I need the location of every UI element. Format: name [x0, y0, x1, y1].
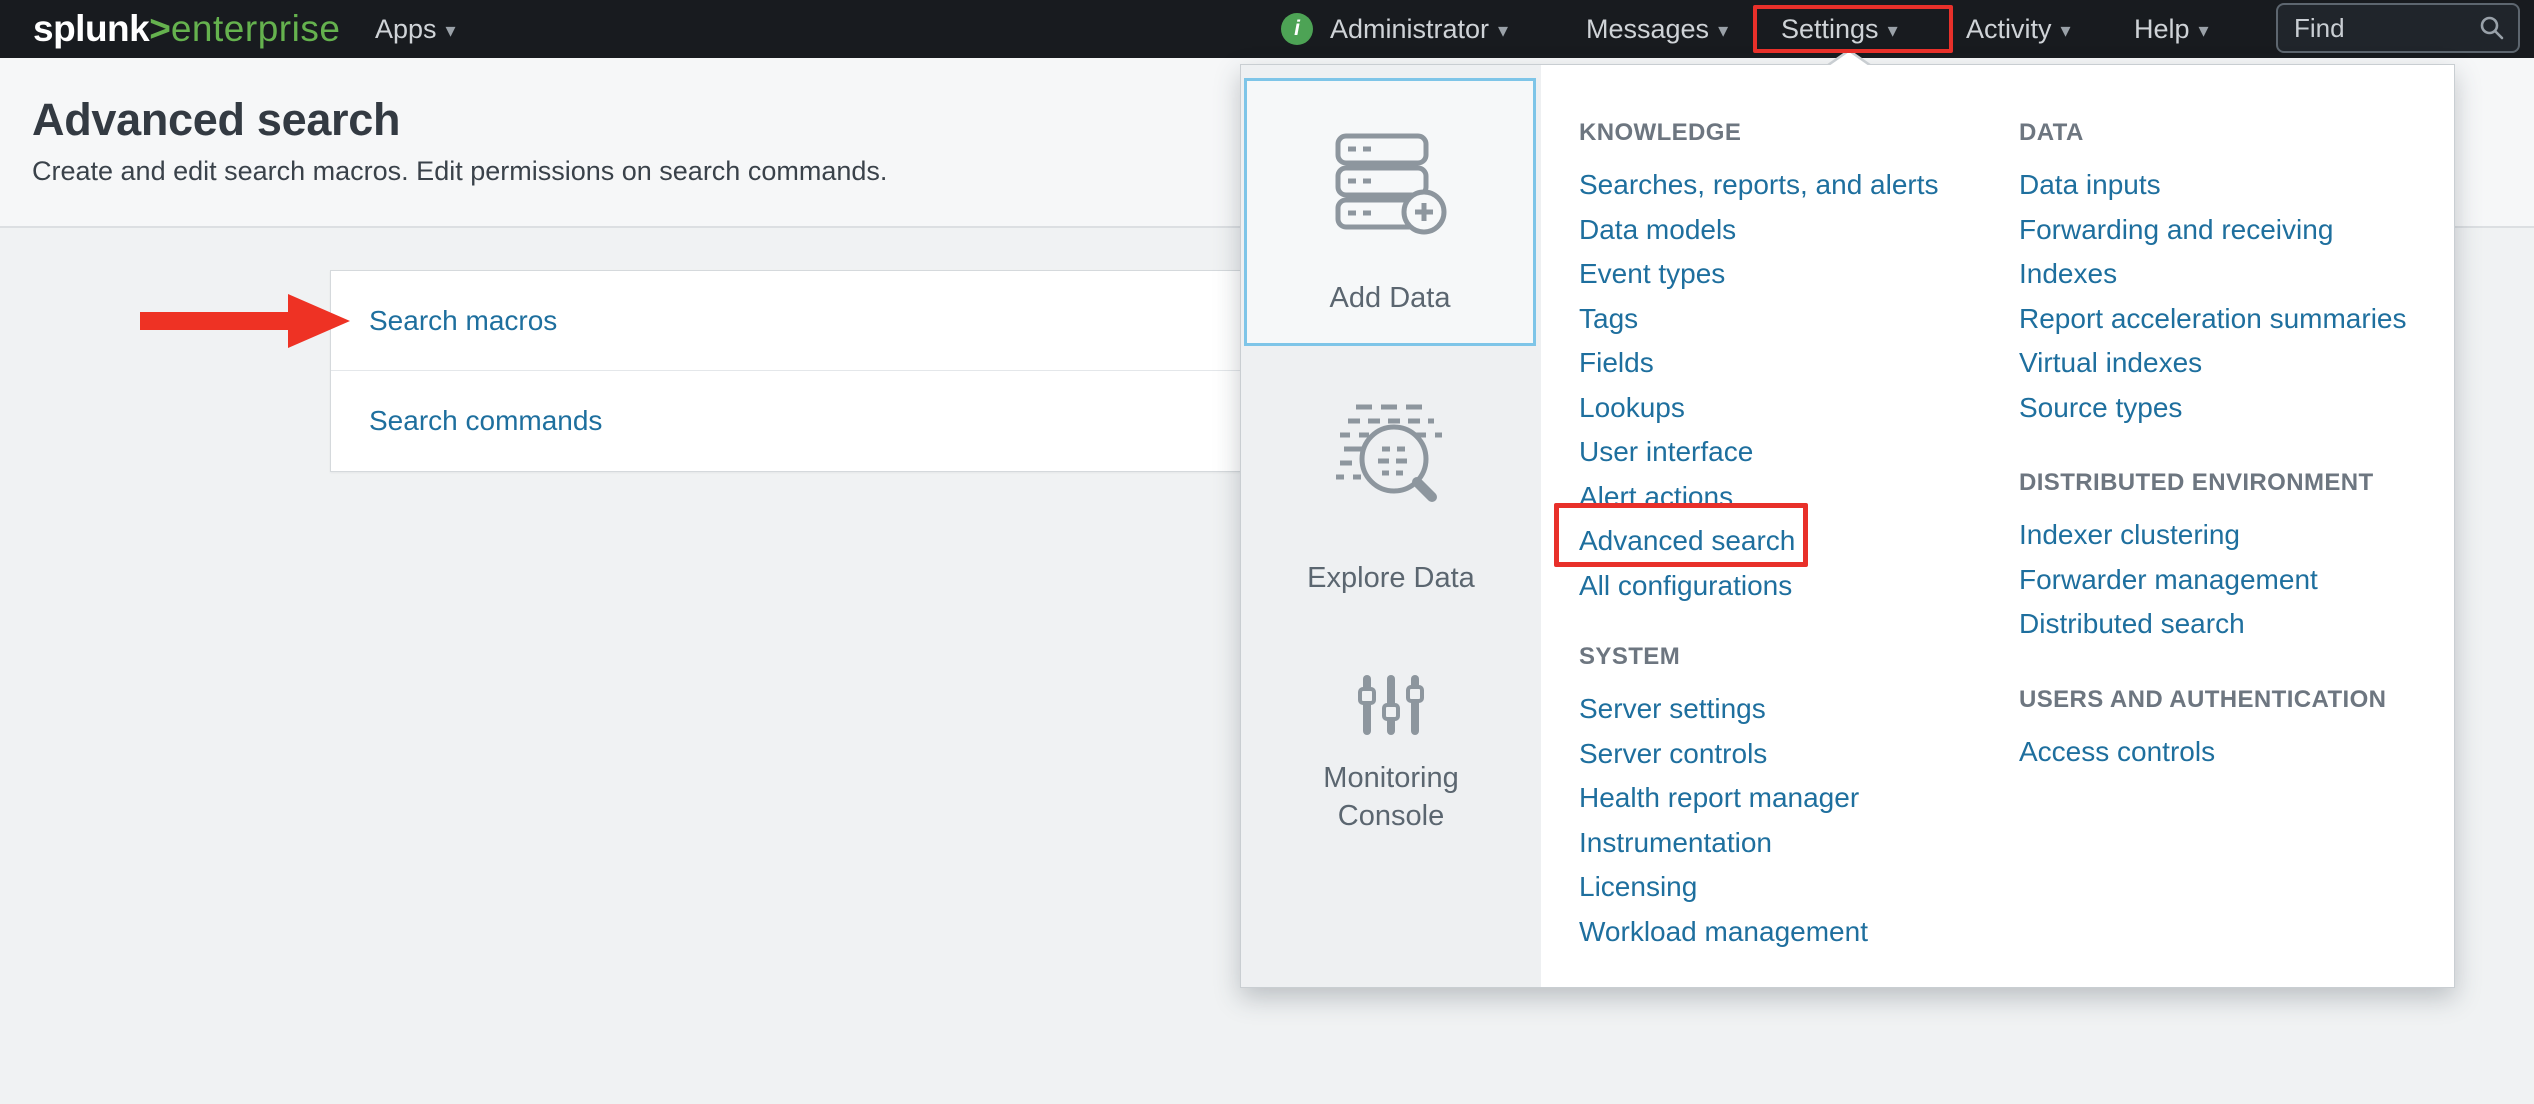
nav-settings-label: Settings: [1781, 14, 1879, 44]
menu-link-alert-actions[interactable]: Alert actions: [1579, 475, 2019, 520]
menu-link-access-controls[interactable]: Access controls: [2019, 730, 2459, 775]
section-title-data: DATA: [2019, 119, 2459, 147]
menu-link-user-interface[interactable]: User interface: [1579, 430, 2019, 475]
chevron-down-icon: ▾: [446, 20, 456, 42]
tile-explore-data[interactable]: Explore Data: [1241, 381, 1541, 621]
logo-gt-glyph: >: [149, 8, 171, 49]
nav-activity-label: Activity: [1966, 14, 2052, 44]
add-data-icon: [1330, 131, 1450, 235]
section-title-distributed-environment: DISTRIBUTED ENVIRONMENT: [2019, 469, 2459, 497]
chevron-down-icon: ▾: [2199, 20, 2209, 42]
nav-help[interactable]: Help ▾: [2134, 0, 2209, 58]
tile-monitoring-console-label: Monitoring Console: [1291, 759, 1491, 835]
section-title-system: SYSTEM: [1579, 643, 2019, 671]
settings-dropdown: Add Data Explore Data: [1240, 64, 2455, 988]
chevron-down-icon: ▾: [1888, 20, 1898, 42]
find-input[interactable]: [2294, 13, 2478, 44]
menu-link-licensing[interactable]: Licensing: [1579, 865, 2019, 910]
nav-activity[interactable]: Activity ▾: [1966, 0, 2071, 58]
find-search-box[interactable]: [2276, 3, 2520, 53]
tile-monitoring-console[interactable]: Monitoring Console: [1241, 651, 1541, 881]
nav-help-label: Help: [2134, 14, 2190, 44]
search-icon: [2478, 14, 2506, 42]
menu-section-data: DATA Data inputs Forwarding and receivin…: [2019, 119, 2459, 430]
menu-link-event-types[interactable]: Event types: [1579, 252, 2019, 297]
top-navbar: splunk>enterprise Apps ▾ i Administrator ▾…: [0, 0, 2534, 58]
page-subtitle: Create and edit search macros. Edit perm…: [32, 156, 887, 187]
dropdown-left-rail: Add Data Explore Data: [1241, 65, 1541, 987]
menu-section-knowledge: KNOWLEDGE Searches, reports, and alerts …: [1579, 119, 2019, 608]
menu-link-forwarder-management[interactable]: Forwarder management: [2019, 558, 2459, 603]
menu-link-data-inputs[interactable]: Data inputs: [2019, 163, 2459, 208]
search-macros-link[interactable]: Search macros: [369, 305, 557, 336]
logo-brand-text: splunk: [33, 8, 149, 49]
search-commands-link[interactable]: Search commands: [369, 405, 602, 436]
tile-add-data[interactable]: Add Data: [1244, 78, 1536, 346]
nav-apps[interactable]: Apps ▾: [375, 0, 456, 58]
chevron-down-icon: ▾: [1498, 20, 1508, 42]
annotation-arrow-head: [288, 294, 350, 348]
section-title-users-authentication: USERS AND AUTHENTICATION: [2019, 686, 2459, 714]
monitoring-console-icon: [1355, 675, 1427, 735]
menu-link-workload-management[interactable]: Workload management: [1579, 910, 2019, 955]
splunk-logo[interactable]: splunk>enterprise: [33, 0, 340, 58]
section-title-knowledge: KNOWLEDGE: [1579, 119, 2019, 147]
menu-link-health-report-manager[interactable]: Health report manager: [1579, 776, 2019, 821]
nav-messages[interactable]: Messages ▾: [1586, 0, 1728, 58]
menu-link-instrumentation[interactable]: Instrumentation: [1579, 821, 2019, 866]
menu-link-server-settings[interactable]: Server settings: [1579, 687, 2019, 732]
menu-link-virtual-indexes[interactable]: Virtual indexes: [2019, 341, 2459, 386]
tile-add-data-label: Add Data: [1330, 279, 1451, 317]
menu-link-indexes[interactable]: Indexes: [2019, 252, 2459, 297]
menu-link-forwarding-and-receiving[interactable]: Forwarding and receiving: [2019, 208, 2459, 253]
menu-link-all-configurations[interactable]: All configurations: [1579, 564, 2019, 609]
annotation-arrow-tail: [140, 312, 290, 330]
menu-section-users-authentication: USERS AND AUTHENTICATION Access controls: [2019, 686, 2459, 775]
menu-section-system: SYSTEM Server settings Server controls H…: [1579, 643, 2019, 954]
menu-link-source-types[interactable]: Source types: [2019, 386, 2459, 431]
menu-link-data-models[interactable]: Data models: [1579, 208, 2019, 253]
nav-apps-label: Apps: [375, 14, 437, 44]
menu-link-searches-reports-alerts[interactable]: Searches, reports, and alerts: [1579, 163, 2019, 208]
explore-data-icon: [1326, 399, 1456, 511]
dropdown-caret-fill: [1829, 52, 1869, 66]
menu-link-report-acceleration-summaries[interactable]: Report acceleration summaries: [2019, 297, 2459, 342]
menu-link-tags[interactable]: Tags: [1579, 297, 2019, 342]
page-title: Advanced search: [32, 94, 400, 146]
health-status-icon[interactable]: i: [1281, 13, 1313, 45]
logo-product-text: enterprise: [171, 8, 341, 49]
menu-link-fields[interactable]: Fields: [1579, 341, 2019, 386]
menu-link-indexer-clustering[interactable]: Indexer clustering: [2019, 513, 2459, 558]
health-status-glyph: i: [1294, 17, 1300, 40]
menu-link-lookups[interactable]: Lookups: [1579, 386, 2019, 431]
chevron-down-icon: ▾: [1718, 20, 1728, 42]
menu-link-distributed-search[interactable]: Distributed search: [2019, 602, 2459, 647]
nav-administrator[interactable]: Administrator ▾: [1330, 0, 1508, 58]
menu-link-server-controls[interactable]: Server controls: [1579, 732, 2019, 777]
chevron-down-icon: ▾: [2061, 20, 2071, 42]
tile-explore-data-label: Explore Data: [1307, 559, 1475, 597]
menu-section-distributed-environment: DISTRIBUTED ENVIRONMENT Indexer clusteri…: [2019, 469, 2459, 647]
nav-administrator-label: Administrator: [1330, 14, 1489, 44]
nav-messages-label: Messages: [1586, 14, 1709, 44]
menu-link-advanced-search[interactable]: Advanced search: [1579, 519, 2019, 564]
